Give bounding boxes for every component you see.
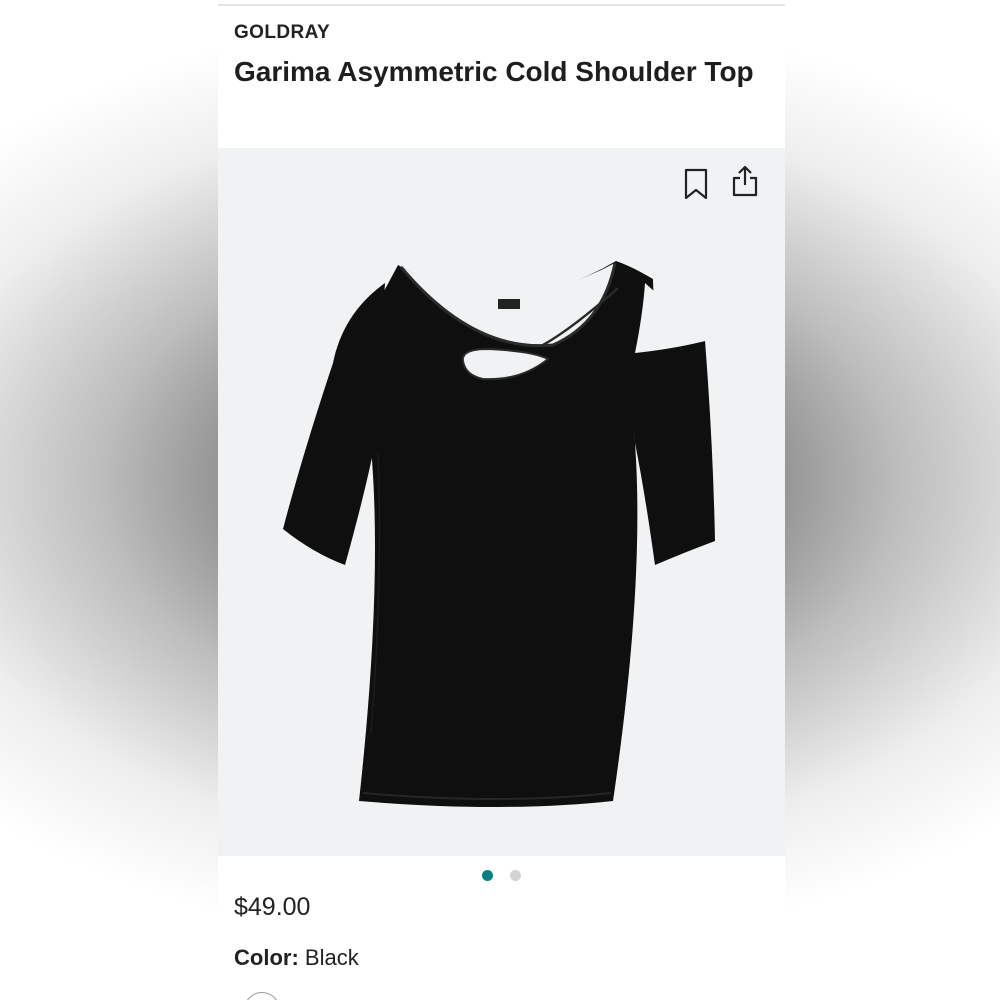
product-price: $49.00 [234,893,311,921]
product-image[interactable] [273,253,733,823]
image-gallery[interactable] [218,148,785,856]
product-title: Garima Asymmetric Cold Shoulder Top [234,56,754,87]
gallery-pagination [218,868,785,882]
color-info: Color: Black [234,945,359,971]
color-value: Black [304,945,359,970]
color-label: Color: [234,945,299,970]
pagination-dot-1[interactable] [482,870,494,881]
color-swatch-icon[interactable] [244,992,280,1000]
garment-right-sleeve [631,341,715,565]
top-divider [218,4,785,6]
bookmark-icon[interactable] [684,168,708,200]
pagination-dot-2[interactable] [509,870,521,881]
garment-label [498,299,520,309]
brand-name[interactable]: GOLDRAY [234,22,330,44]
garment-left-sleeve [283,283,385,565]
garment-cold-shoulder-gap [635,283,705,353]
product-detail-screen: GOLDRAY Garima Asymmetric Cold Shoulder … [218,0,785,1000]
share-icon[interactable] [730,164,760,198]
